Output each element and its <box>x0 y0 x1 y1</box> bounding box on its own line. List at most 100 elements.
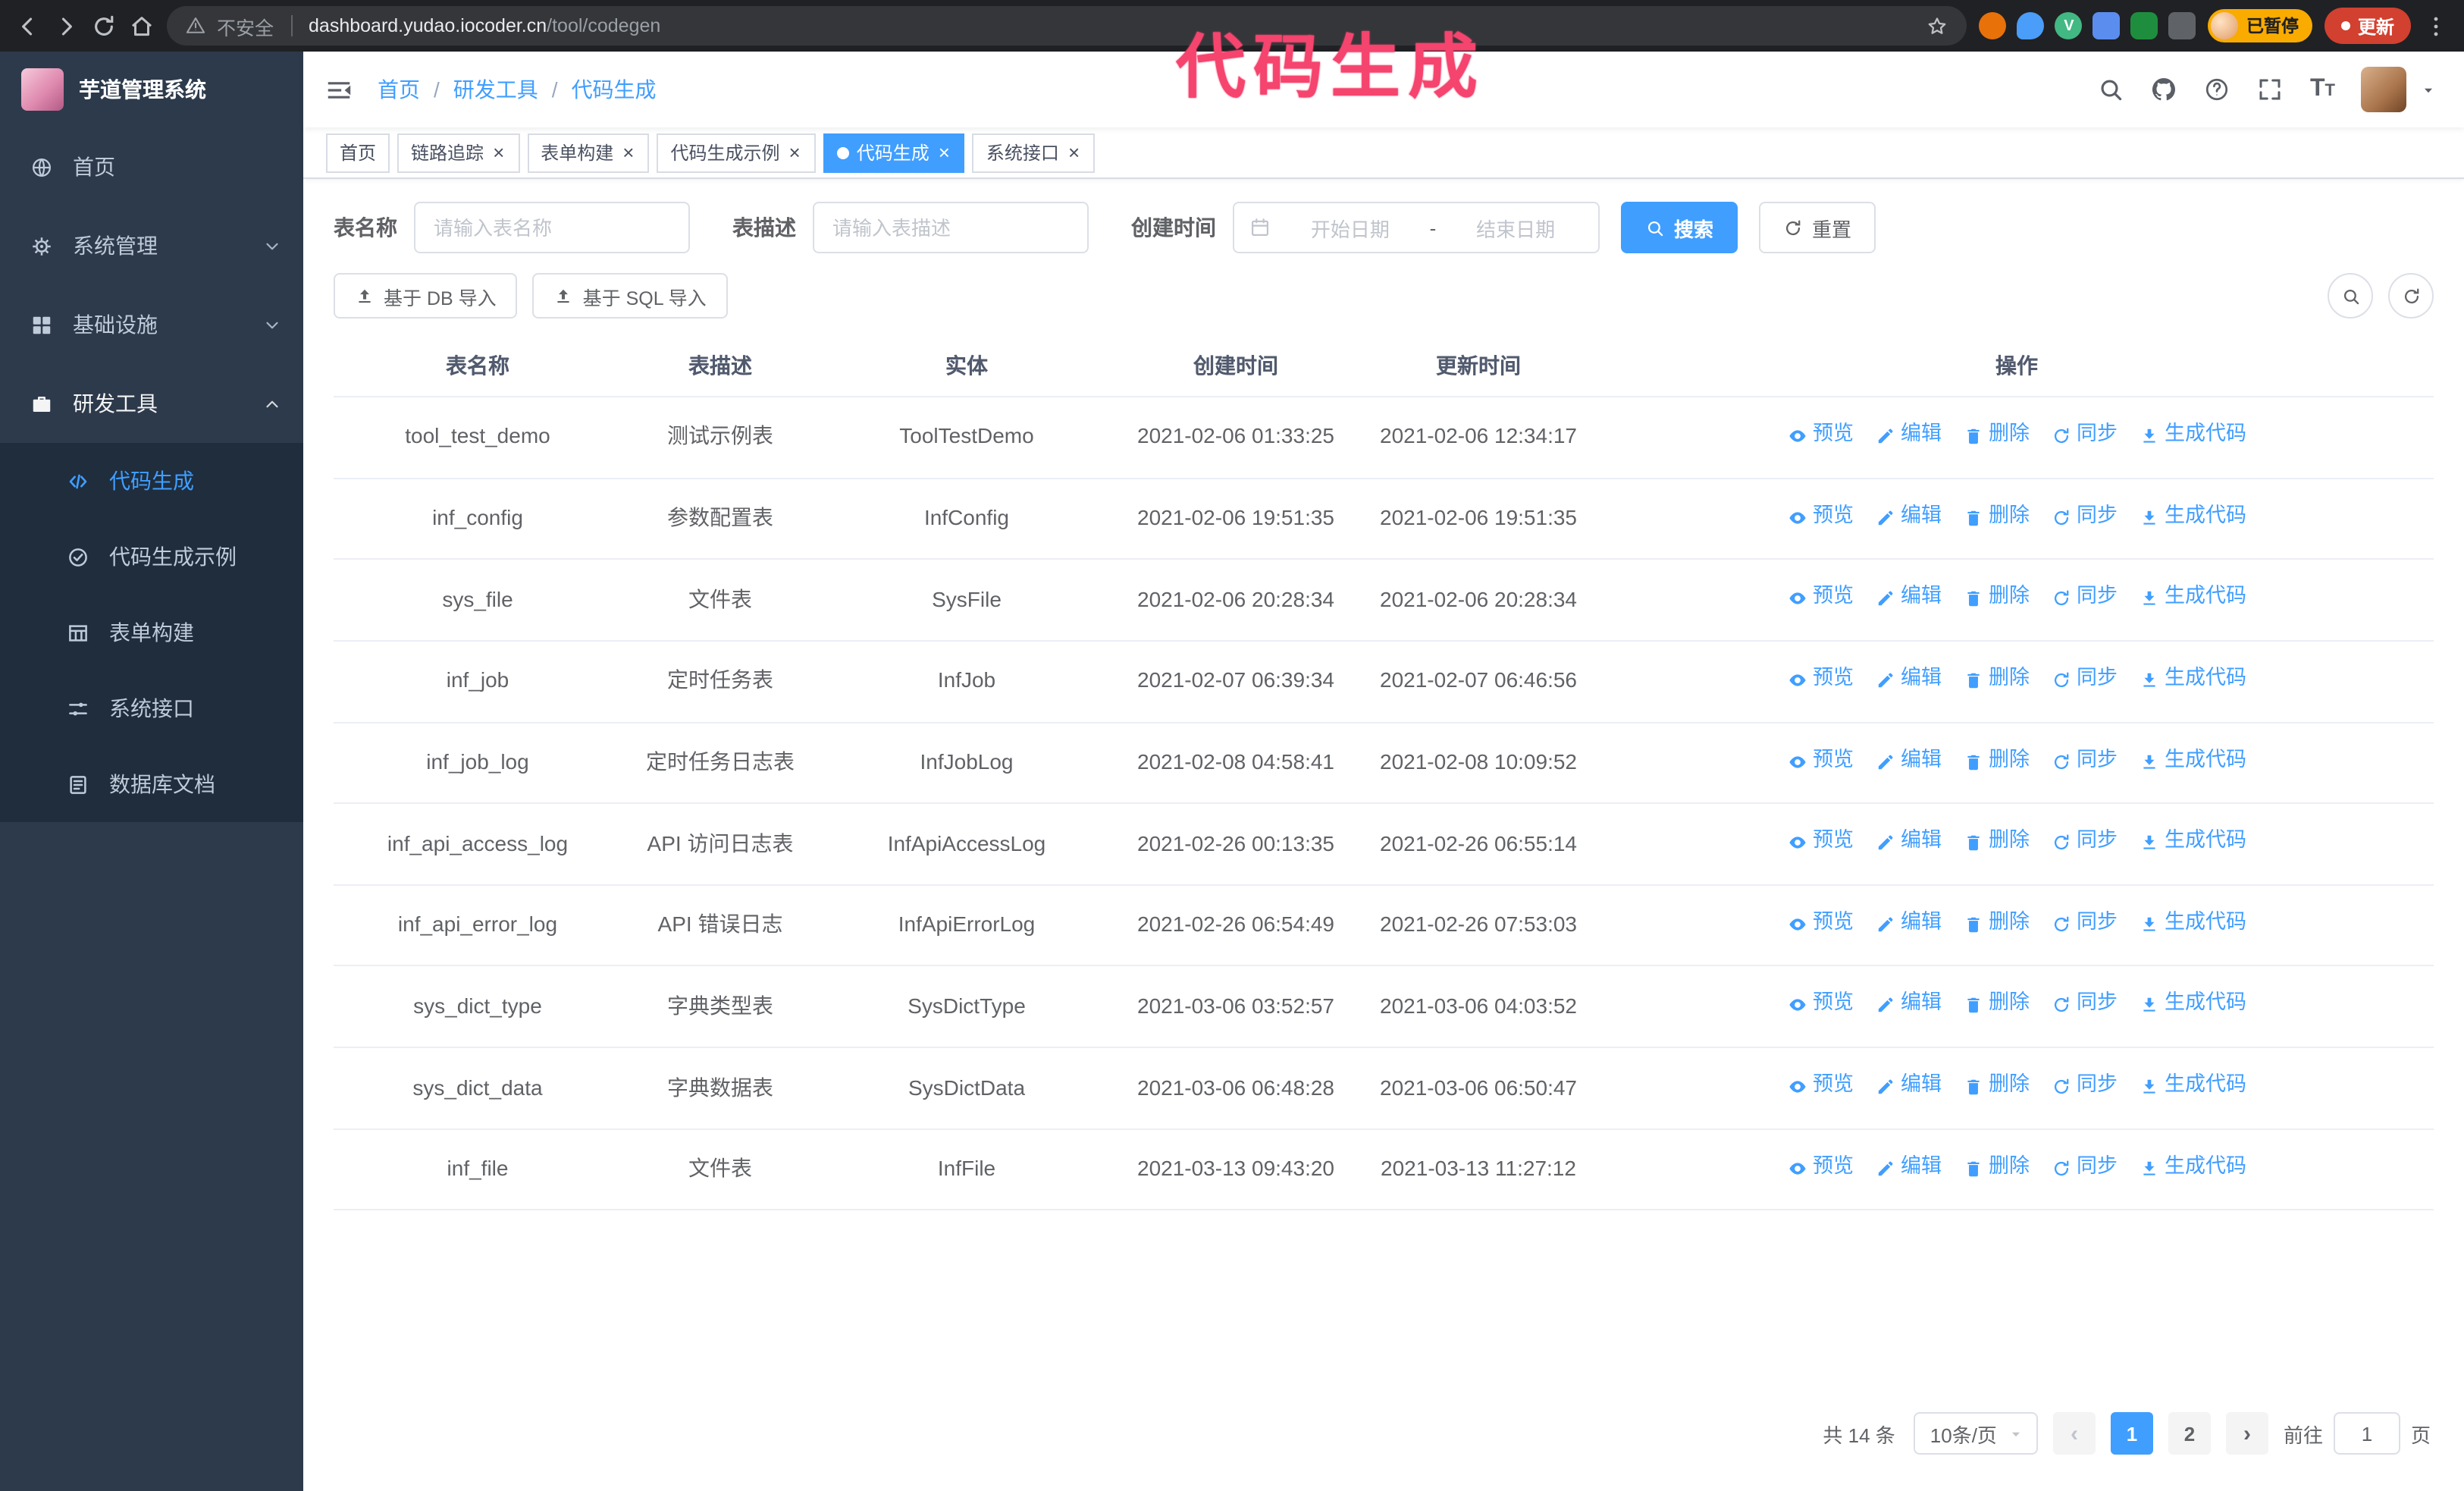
delete-link[interactable]: 删除 <box>1963 663 2030 695</box>
delete-link[interactable]: 删除 <box>1963 1151 2030 1183</box>
page-button-1[interactable]: 1 <box>2110 1412 2153 1455</box>
sidebar-subitem-codegen-demo[interactable]: 代码生成示例 <box>0 519 303 595</box>
reset-button[interactable]: 重置 <box>1759 202 1876 253</box>
edit-link[interactable]: 编辑 <box>1875 825 1942 857</box>
prev-page-button[interactable]: ‹ <box>2052 1412 2096 1455</box>
sidebar-subitem-db-doc[interactable]: 数据库文档 <box>0 746 303 822</box>
close-icon[interactable]: × <box>788 143 802 162</box>
delete-link[interactable]: 删除 <box>1963 419 2030 450</box>
generate-link[interactable]: 生成代码 <box>2139 1151 2246 1183</box>
edit-link[interactable]: 编辑 <box>1875 663 1942 695</box>
page-button-2[interactable]: 2 <box>2168 1412 2211 1455</box>
generate-link[interactable]: 生成代码 <box>2139 907 2246 939</box>
preview-link[interactable]: 预览 <box>1787 500 1854 532</box>
edit-link[interactable]: 编辑 <box>1875 988 1942 1020</box>
edit-link[interactable]: 编辑 <box>1875 582 1942 614</box>
close-icon[interactable]: × <box>937 143 951 162</box>
url-bar[interactable]: 不安全 dashboard.yudao.iocoder.cn/tool/code… <box>167 6 1967 46</box>
tab-form-builder[interactable]: 表单构建 × <box>527 133 650 172</box>
table-name-input[interactable] <box>414 202 690 253</box>
fullscreen-icon[interactable] <box>2257 76 2284 103</box>
edit-link[interactable]: 编辑 <box>1875 744 1942 776</box>
sidebar-item-system[interactable]: 系统管理 <box>0 206 303 285</box>
sidebar-subitem-codegen[interactable]: 代码生成 <box>0 443 303 519</box>
next-page-button[interactable]: › <box>2225 1412 2268 1455</box>
extension-icon-puzzle[interactable] <box>2168 12 2196 39</box>
bookmark-star-icon[interactable] <box>1926 14 1949 37</box>
preview-link[interactable]: 预览 <box>1787 1069 1854 1101</box>
page-size-select[interactable]: 10条/页 <box>1913 1412 2038 1455</box>
edit-link[interactable]: 编辑 <box>1875 1069 1942 1101</box>
font-size-icon[interactable]: TT <box>2310 77 2335 102</box>
tab-home[interactable]: 首页 <box>326 133 390 172</box>
breadcrumb-item[interactable]: 首页 <box>378 74 420 105</box>
preview-link[interactable]: 预览 <box>1787 663 1854 695</box>
browser-reload-icon[interactable] <box>91 13 117 39</box>
sync-link[interactable]: 同步 <box>2051 744 2118 776</box>
sync-link[interactable]: 同步 <box>2051 907 2118 939</box>
goto-page-input[interactable] <box>2333 1412 2400 1455</box>
sidebar-item-home[interactable]: 首页 <box>0 127 303 206</box>
preview-link[interactable]: 预览 <box>1787 907 1854 939</box>
generate-link[interactable]: 生成代码 <box>2139 419 2246 450</box>
delete-link[interactable]: 删除 <box>1963 825 2030 857</box>
sync-link[interactable]: 同步 <box>2051 1069 2118 1101</box>
header-search-icon[interactable] <box>2098 76 2125 103</box>
sync-link[interactable]: 同步 <box>2051 988 2118 1020</box>
sync-link[interactable]: 同步 <box>2051 825 2118 857</box>
sync-link[interactable]: 同步 <box>2051 582 2118 614</box>
sidebar-item-infra[interactable]: 基础设施 <box>0 285 303 364</box>
table-desc-input[interactable] <box>813 202 1089 253</box>
user-avatar[interactable] <box>2361 67 2406 112</box>
delete-link[interactable]: 删除 <box>1963 500 2030 532</box>
browser-forward-icon[interactable] <box>53 13 79 39</box>
close-icon[interactable]: × <box>621 143 635 162</box>
extension-icon-green[interactable] <box>2130 12 2158 39</box>
browser-home-icon[interactable] <box>129 13 155 39</box>
sidebar-subitem-system-api[interactable]: 系统接口 <box>0 670 303 746</box>
search-button[interactable]: 搜索 <box>1621 202 1738 253</box>
tab-system-api[interactable]: 系统接口 × <box>972 133 1096 172</box>
edit-link[interactable]: 编辑 <box>1875 500 1942 532</box>
sidebar-item-devtools[interactable]: 研发工具 <box>0 364 303 443</box>
date-range-picker[interactable]: 开始日期 - 结束日期 <box>1233 202 1600 253</box>
extension-icon-drop[interactable] <box>2017 12 2045 39</box>
import-sql-button[interactable]: 基于 SQL 导入 <box>532 273 728 319</box>
avatar-caret-icon[interactable] <box>2420 81 2437 98</box>
close-icon[interactable]: × <box>491 143 506 162</box>
extension-icon-grid[interactable] <box>2093 12 2121 39</box>
sync-link[interactable]: 同步 <box>2051 1151 2118 1183</box>
preview-link[interactable]: 预览 <box>1787 582 1854 614</box>
toggle-search-button[interactable] <box>2328 273 2373 319</box>
delete-link[interactable]: 删除 <box>1963 988 2030 1020</box>
delete-link[interactable]: 删除 <box>1963 744 2030 776</box>
sidebar-subitem-form-builder[interactable]: 表单构建 <box>0 595 303 670</box>
sync-link[interactable]: 同步 <box>2051 500 2118 532</box>
preview-link[interactable]: 预览 <box>1787 419 1854 450</box>
profile-paused-badge[interactable]: 已暂停 <box>2208 9 2312 42</box>
tab-codegen[interactable]: 代码生成 × <box>823 133 965 172</box>
generate-link[interactable]: 生成代码 <box>2139 582 2246 614</box>
generate-link[interactable]: 生成代码 <box>2139 825 2246 857</box>
tab-codegen-demo[interactable]: 代码生成示例 × <box>657 133 816 172</box>
delete-link[interactable]: 删除 <box>1963 1069 2030 1101</box>
refresh-table-button[interactable] <box>2388 273 2434 319</box>
browser-menu-icon[interactable] <box>2423 13 2449 39</box>
github-icon[interactable] <box>2151 76 2178 103</box>
browser-update-button[interactable]: 更新 <box>2324 8 2411 44</box>
import-db-button[interactable]: 基于 DB 导入 <box>334 273 518 319</box>
edit-link[interactable]: 编辑 <box>1875 907 1942 939</box>
sync-link[interactable]: 同步 <box>2051 419 2118 450</box>
generate-link[interactable]: 生成代码 <box>2139 663 2246 695</box>
generate-link[interactable]: 生成代码 <box>2139 1069 2246 1101</box>
breadcrumb-item[interactable]: 研发工具 <box>453 74 538 105</box>
preview-link[interactable]: 预览 <box>1787 988 1854 1020</box>
generate-link[interactable]: 生成代码 <box>2139 744 2246 776</box>
vue-devtools-icon[interactable]: V <box>2055 12 2083 39</box>
edit-link[interactable]: 编辑 <box>1875 419 1942 450</box>
tab-tracer[interactable]: 链路追踪 × <box>397 133 520 172</box>
sidebar-logo[interactable]: 芋道管理系统 <box>0 52 303 127</box>
help-icon[interactable] <box>2204 76 2231 103</box>
edit-link[interactable]: 编辑 <box>1875 1151 1942 1183</box>
menu-fold-button[interactable] <box>324 75 353 104</box>
